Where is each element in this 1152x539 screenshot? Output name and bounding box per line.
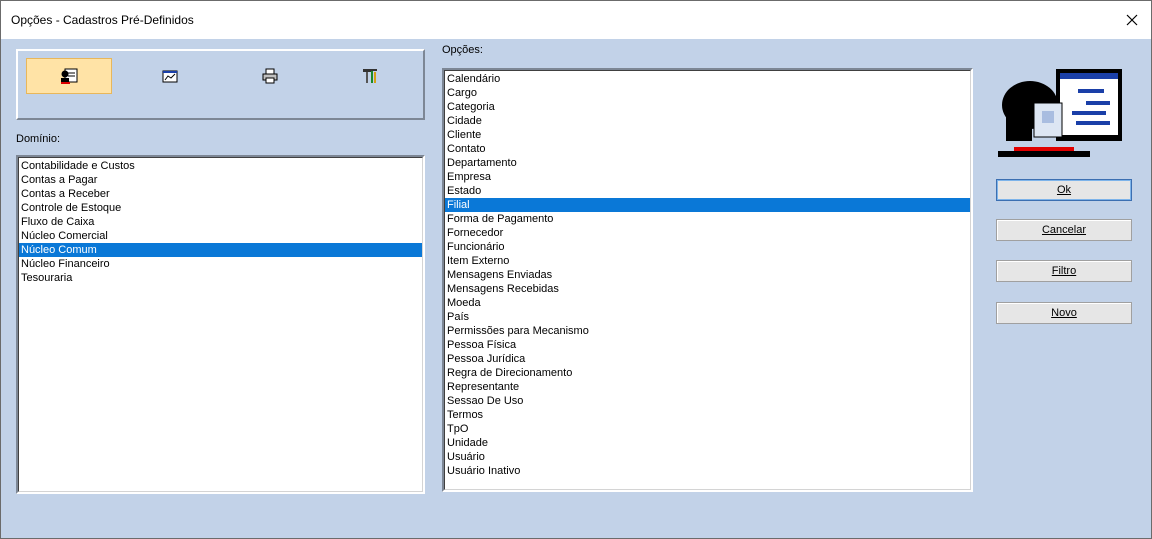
list-item[interactable]: Funcionário	[445, 240, 970, 254]
list-item[interactable]: Cidade	[445, 114, 970, 128]
list-item[interactable]: Regra de Direcionamento	[445, 366, 970, 380]
list-item[interactable]: Usuário Inativo	[445, 464, 970, 478]
list-item[interactable]: Termos	[445, 408, 970, 422]
list-item[interactable]: Fluxo de Caixa	[19, 215, 422, 229]
list-item[interactable]: Controle de Estoque	[19, 201, 422, 215]
list-item[interactable]: Núcleo Comum	[19, 243, 422, 257]
list-item[interactable]: Representante	[445, 380, 970, 394]
toolbar	[16, 49, 425, 120]
list-item[interactable]: Mensagens Enviadas	[445, 268, 970, 282]
tools-icon[interactable]	[327, 58, 413, 94]
list-item[interactable]: Contas a Receber	[19, 187, 422, 201]
list-item[interactable]: Departamento	[445, 156, 970, 170]
list-item[interactable]: Mensagens Recebidas	[445, 282, 970, 296]
list-item[interactable]: Empresa	[445, 170, 970, 184]
domain-listbox[interactable]: Contabilidade e Custos Contas a Pagar Cont…	[16, 155, 425, 494]
list-item[interactable]: Núcleo Financeiro	[19, 257, 422, 271]
list-item[interactable]: Categoria	[445, 100, 970, 114]
domain-label: Domínio:	[16, 133, 61, 145]
list-item[interactable]: Moeda	[445, 296, 970, 310]
cancel-button[interactable]: Cancelar	[996, 219, 1132, 241]
list-item[interactable]: Estado	[445, 184, 970, 198]
list-item[interactable]: Unidade	[445, 436, 970, 450]
printer-icon[interactable]	[227, 58, 313, 94]
window-title: Opções - Cadastros Pré-Definidos	[11, 13, 194, 27]
title-bar[interactable]: Opções - Cadastros Pré-Definidos	[1, 1, 1151, 39]
list-item[interactable]: Contato	[445, 142, 970, 156]
options-label: Opções:	[442, 44, 483, 56]
options-logo-icon	[998, 69, 1122, 157]
list-item[interactable]: Permissões para Mecanismo	[445, 324, 970, 338]
list-item[interactable]: Cliente	[445, 128, 970, 142]
list-item[interactable]: Filial	[445, 198, 970, 212]
list-item[interactable]: Fornecedor	[445, 226, 970, 240]
list-item[interactable]: Usuário	[445, 450, 970, 464]
list-item[interactable]: Tesouraria	[19, 271, 422, 285]
close-icon[interactable]	[1121, 9, 1143, 31]
list-item[interactable]: Sessao De Uso	[445, 394, 970, 408]
filter-button[interactable]: Filtro	[996, 260, 1132, 282]
chart-window-icon[interactable]	[127, 58, 213, 94]
list-item[interactable]: Contas a Pagar	[19, 173, 422, 187]
list-item[interactable]: Núcleo Comercial	[19, 229, 422, 243]
list-item[interactable]: Item Externo	[445, 254, 970, 268]
list-item[interactable]: Calendário	[445, 72, 970, 86]
ok-button[interactable]: Ok	[996, 179, 1132, 201]
options-listbox[interactable]: Calendário Cargo Categoria Cidade Cliente Con…	[442, 68, 973, 492]
new-button[interactable]: Novo	[996, 302, 1132, 324]
list-item[interactable]: Pessoa Jurídica	[445, 352, 970, 366]
user-card-icon[interactable]	[26, 58, 112, 94]
list-item[interactable]: Forma de Pagamento	[445, 212, 970, 226]
list-item[interactable]: Cargo	[445, 86, 970, 100]
dialog-window: Opções - Cadastros Pré-Definidos Domínio…	[0, 0, 1152, 539]
list-item[interactable]: Pessoa Física	[445, 338, 970, 352]
list-item[interactable]: País	[445, 310, 970, 324]
list-item[interactable]: Contabilidade e Custos	[19, 159, 422, 173]
list-item[interactable]: TpO	[445, 422, 970, 436]
